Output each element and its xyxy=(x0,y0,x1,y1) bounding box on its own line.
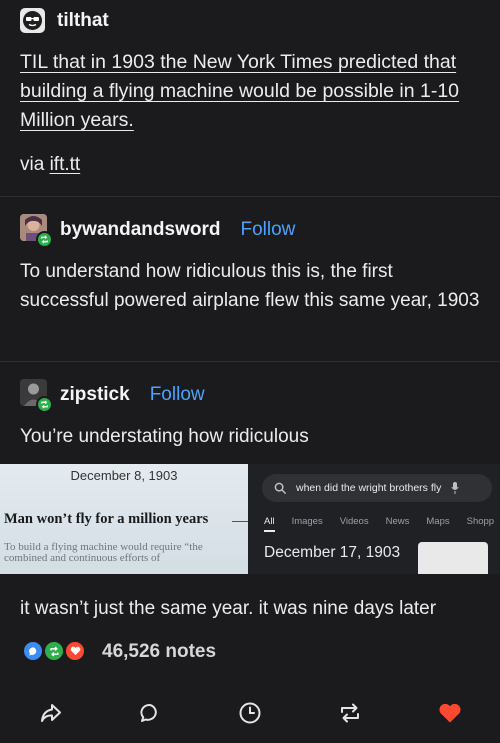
comment-note-icon xyxy=(22,640,44,662)
reblog2-caption: it wasn’t just the same year. it was nin… xyxy=(20,598,437,619)
op-header: tilthat xyxy=(20,8,109,33)
search-tab-images: Images xyxy=(291,516,323,527)
search-tab-news: News xyxy=(385,516,410,527)
search-tab-maps: Maps xyxy=(426,516,450,527)
op-username[interactable]: tilthat xyxy=(57,10,109,32)
search-tab-videos: Videos xyxy=(339,516,369,527)
newspaper-clipping-image[interactable]: December 8, 1903 Man won’t fly for a mil… xyxy=(0,464,248,574)
op-source: via ift.tt xyxy=(20,150,80,179)
search-bar: when did the wright brothers fly xyxy=(262,474,492,502)
share-icon[interactable] xyxy=(38,700,64,726)
sunglasses-face-icon xyxy=(23,11,42,30)
divider xyxy=(0,361,500,362)
via-link[interactable]: ift.tt xyxy=(50,154,81,175)
like-note-icon xyxy=(64,640,86,662)
heart-icon[interactable] xyxy=(437,700,463,726)
newspaper-body: To build a flying machine would require … xyxy=(4,541,203,564)
comment-icon[interactable] xyxy=(137,700,163,726)
search-result-date: December 17, 1903 xyxy=(264,544,401,561)
reblog-icon[interactable] xyxy=(337,700,363,726)
search-icon xyxy=(274,482,287,494)
via-label: via xyxy=(20,154,45,175)
microphone-icon xyxy=(451,482,459,494)
reblog2-text: You’re understating how ridiculous xyxy=(20,426,309,447)
divider xyxy=(0,196,500,197)
reblog2-follow-button[interactable]: Follow xyxy=(150,384,205,406)
op-avatar[interactable] xyxy=(20,8,45,33)
reblog1-text: To understand how ridiculous this is, th… xyxy=(20,261,480,311)
headline-rule xyxy=(232,521,248,522)
search-tab-shopping: Shopp xyxy=(466,516,495,527)
reblog2-username[interactable]: zipstick xyxy=(60,384,130,406)
search-tabs: All Images Videos News Maps Shopp xyxy=(264,516,494,532)
search-tab-all: All xyxy=(264,516,275,532)
reblog-note-icon xyxy=(43,640,65,662)
newspaper-date: December 8, 1903 xyxy=(70,468,178,483)
reblog1-header: bywandandsword Follow xyxy=(20,214,295,248)
reblog-badge-icon xyxy=(36,396,53,413)
result-thumbnail xyxy=(418,542,488,574)
reblog2-header: zipstick Follow xyxy=(20,379,205,413)
reblog1-username[interactable]: bywandandsword xyxy=(60,219,220,241)
reblog1-follow-button[interactable]: Follow xyxy=(240,219,295,241)
op-title-link[interactable]: TIL that in 1903 the New York Times pred… xyxy=(20,48,485,135)
notes-count[interactable]: 46,526 notes xyxy=(102,641,216,663)
clock-icon[interactable] xyxy=(237,700,263,726)
reblog-badge-icon xyxy=(36,231,53,248)
newspaper-headline: Man won’t fly for a million years xyxy=(4,511,209,527)
notes-bubbles[interactable] xyxy=(22,638,94,666)
search-result-image[interactable]: when did the wright brothers fly All Ima… xyxy=(248,464,500,574)
search-query: when did the wright brothers fly xyxy=(296,482,442,494)
